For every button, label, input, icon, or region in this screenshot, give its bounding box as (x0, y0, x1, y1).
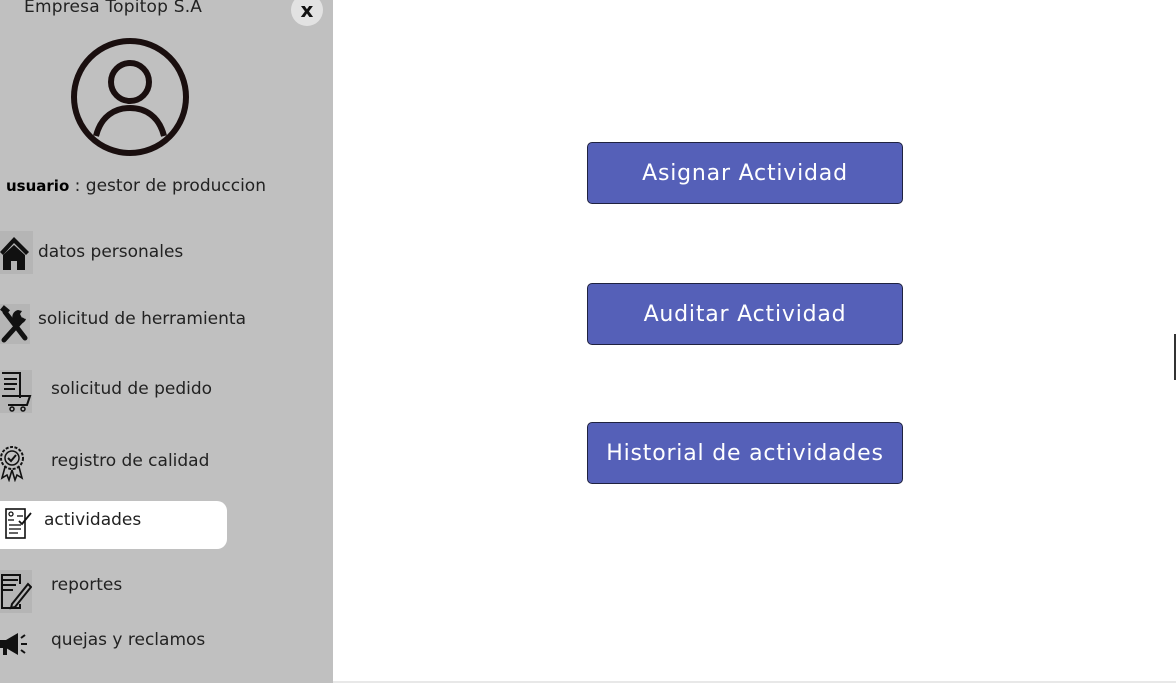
quality-badge-icon (0, 446, 24, 482)
sidebar-item-label: quejas y reclamos (51, 630, 206, 650)
sidebar-item-label: actividades (44, 510, 142, 530)
sidebar-item-label: datos personales (38, 242, 184, 262)
sidebar-item-solicitud-pedido[interactable]: solicitud de pedido (0, 370, 300, 414)
user-avatar-icon (71, 38, 189, 156)
assign-activity-button[interactable]: Asignar Actividad (587, 142, 903, 204)
sidebar-item-solicitud-herramienta[interactable]: solicitud de herramienta (0, 300, 300, 344)
company-name: Empresa Topitop S.A (24, 0, 203, 17)
sidebar-item-label: registro de calidad (51, 451, 210, 471)
sidebar-item-reportes[interactable]: reportes (0, 570, 300, 614)
sidebar-item-actividades[interactable]: actividades (0, 501, 227, 549)
sidebar-item-registro-calidad[interactable]: registro de calidad (0, 441, 300, 485)
home-icon (0, 231, 33, 274)
sidebar-item-label: reportes (51, 575, 123, 595)
close-button[interactable]: x (291, 0, 323, 26)
tools-icon (0, 304, 30, 344)
sidebar-item-label: solicitud de pedido (51, 379, 213, 399)
audit-activity-button[interactable]: Auditar Actividad (587, 283, 903, 345)
sidebar-item-quejas-reclamos[interactable]: quejas y reclamos (0, 625, 300, 669)
order-cart-icon (0, 370, 32, 413)
user-role-value: : gestor de produccion (69, 176, 266, 196)
activity-history-button[interactable]: Historial de actividades (587, 422, 903, 484)
sidebar: Empresa Topitop S.A x usuario : gestor d… (0, 0, 333, 683)
sidebar-item-label: solicitud de herramienta (38, 309, 246, 329)
report-edit-icon (0, 570, 32, 613)
sidebar-item-datos-personales[interactable]: datos personales (0, 231, 300, 275)
megaphone-icon (0, 633, 27, 655)
user-label: usuario (6, 177, 70, 195)
activities-clipboard-icon (5, 508, 32, 539)
user-role: usuario : gestor de produccion (6, 176, 266, 196)
close-icon: x (300, 0, 314, 22)
